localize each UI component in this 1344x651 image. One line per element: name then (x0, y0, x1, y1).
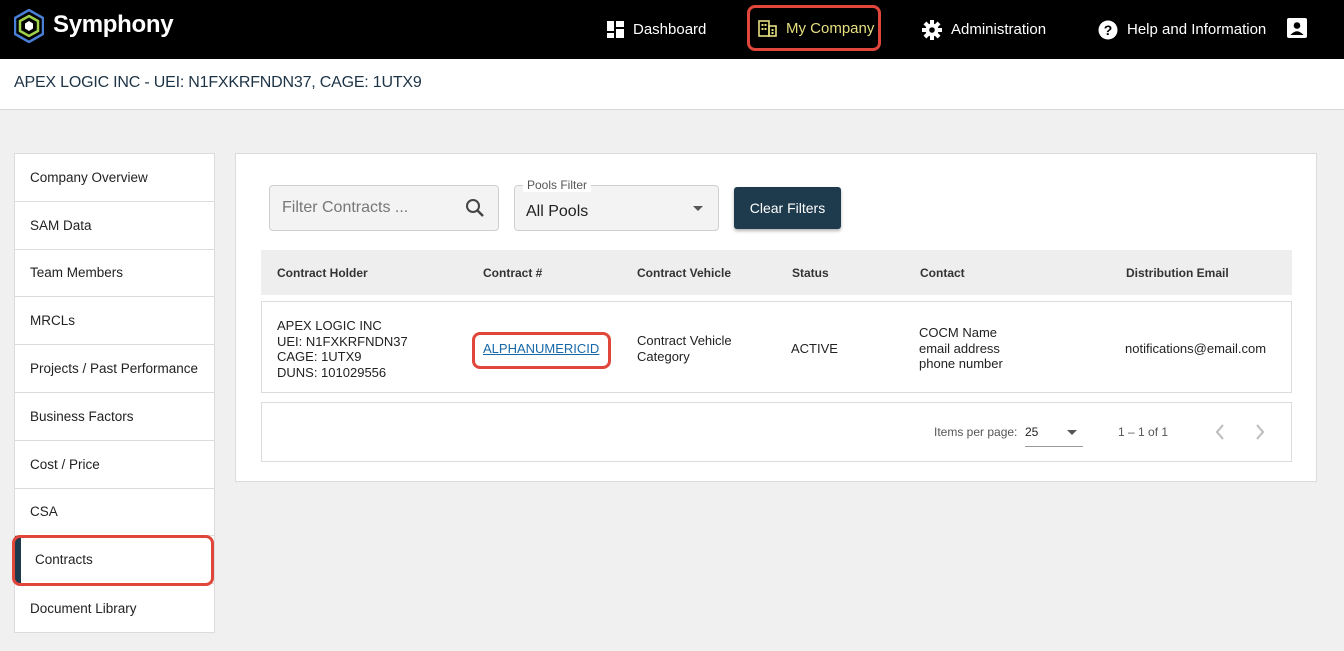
nav-help-label: Help and Information (1127, 21, 1267, 38)
column-header-contract-number[interactable]: Contract # (483, 266, 542, 280)
contract-search (269, 185, 499, 231)
sidebar-item-cost-price[interactable]: Cost / Price (15, 441, 214, 489)
items-per-page-select[interactable]: 25 (1025, 417, 1083, 447)
sidebar-item-sam-data[interactable]: SAM Data (15, 202, 214, 250)
sidebar-item-projects[interactable]: Projects / Past Performance (15, 345, 214, 393)
contracts-panel: Pools Filter All Pools Clear Filters Con… (235, 153, 1317, 482)
contract-number-link[interactable]: ALPHANUMERICID (483, 341, 599, 356)
top-nav-bar: Symphony Dashboard My Company Administra… (0, 0, 1344, 59)
paginator: Items per page: 25 1 – 1 of 1 (261, 402, 1292, 462)
distribution-email-cell: notifications@email.com (1125, 341, 1267, 356)
sidebar-item-team-members[interactable]: Team Members (15, 250, 214, 298)
vehicle-line-1: Contract Vehicle (637, 333, 732, 348)
column-header-contract-holder[interactable]: Contract Holder (277, 266, 368, 280)
brand-name[interactable]: Symphony (53, 11, 174, 39)
nav-my-company-label: My Company (786, 19, 875, 37)
svg-text:?: ? (1104, 22, 1113, 38)
symphony-logo-icon[interactable] (14, 9, 44, 43)
table-row: APEX LOGIC INC UEI: N1FXKRFNDN37 CAGE: 1… (261, 301, 1292, 393)
column-header-contract-vehicle[interactable]: Contract Vehicle (637, 266, 731, 280)
pools-filter-select[interactable]: Pools Filter All Pools (514, 178, 719, 231)
dashboard-icon (607, 21, 624, 38)
sidebar-item-document-library[interactable]: Document Library (15, 584, 214, 632)
sidebar-item-business-factors[interactable]: Business Factors (15, 393, 214, 441)
items-per-page-label: Items per page: (934, 425, 1018, 439)
sidebar-item-contracts[interactable]: Contracts (15, 536, 214, 585)
column-header-status[interactable]: Status (792, 266, 829, 280)
column-header-distribution-email[interactable]: Distribution Email (1126, 266, 1229, 280)
sidebar-item-mrcls[interactable]: MRCLs (15, 297, 214, 346)
column-header-contact[interactable]: Contact (920, 266, 965, 280)
nav-dashboard[interactable]: Dashboard (607, 0, 706, 59)
nav-dashboard-label: Dashboard (633, 21, 707, 38)
page-title: APEX LOGIC INC - UEI: N1FXKRFNDN37, CAGE… (14, 74, 422, 91)
dropdown-arrow-icon (693, 206, 703, 211)
search-icon[interactable] (465, 198, 485, 218)
contract-search-input[interactable] (270, 186, 460, 230)
contact-phone: phone number (919, 356, 1003, 371)
page-range-label: 1 – 1 of 1 (1118, 425, 1169, 439)
sidebar: Company Overview SAM Data Team Members M… (14, 153, 215, 633)
help-icon: ? (1098, 20, 1118, 39)
dropdown-arrow-icon (1067, 430, 1077, 435)
contact-cell: COCM Name email address phone number (919, 325, 1003, 372)
chevron-left-icon[interactable] (1214, 423, 1226, 441)
pools-filter-value: All Pools (526, 203, 589, 220)
table-header: Contract Holder Contract # Contract Vehi… (261, 250, 1292, 295)
nav-help[interactable]: ? Help and Information (1098, 0, 1266, 59)
contract-number-cell: ALPHANUMERICID (483, 341, 599, 357)
items-per-page-value: 25 (1025, 425, 1039, 439)
sidebar-item-company-overview[interactable]: Company Overview (15, 154, 214, 202)
clear-filters-button[interactable]: Clear Filters (734, 187, 841, 229)
chevron-right-icon[interactable] (1254, 423, 1266, 441)
building-icon (758, 19, 777, 37)
account-icon[interactable] (1287, 18, 1307, 38)
nav-administration-label: Administration (951, 21, 1047, 38)
pools-filter-label: Pools Filter (523, 178, 592, 192)
contract-holder-cell: APEX LOGIC INC UEI: N1FXKRFNDN37 CAGE: 1… (277, 318, 408, 380)
sidebar-item-csa[interactable]: CSA (15, 489, 214, 537)
holder-uei: UEI: N1FXKRFNDN37 (277, 333, 408, 349)
company-header: APEX LOGIC INC - UEI: N1FXKRFNDN37, CAGE… (0, 59, 1344, 110)
contract-vehicle-cell: Contract Vehicle Category (637, 333, 732, 364)
vehicle-line-2: Category (637, 348, 690, 364)
gear-icon (922, 19, 942, 40)
holder-duns: DUNS: 101029556 (277, 364, 387, 380)
nav-my-company[interactable]: My Company (747, 5, 881, 51)
contact-email: email address (919, 340, 1000, 356)
status-cell: ACTIVE (791, 341, 838, 356)
holder-cage: CAGE: 1UTX9 (277, 349, 362, 364)
nav-administration[interactable]: Administration (922, 0, 1046, 59)
holder-name: APEX LOGIC INC (277, 318, 382, 333)
contact-name: COCM Name (919, 325, 998, 340)
